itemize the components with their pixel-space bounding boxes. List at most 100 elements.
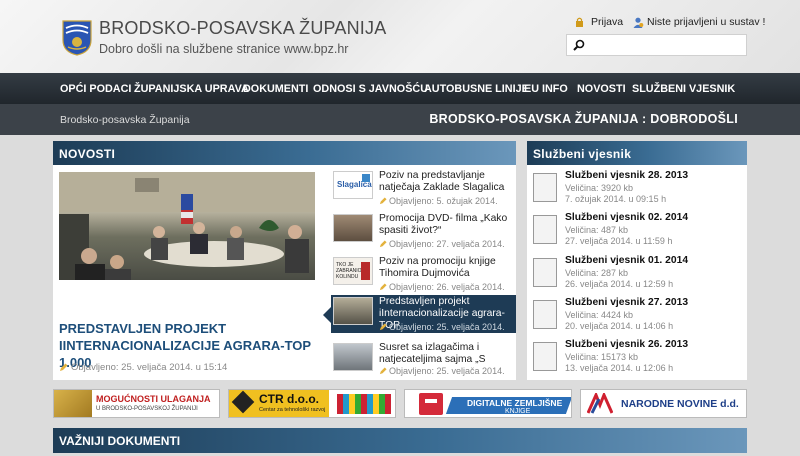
news-item-meta: Objavljeno: 26. veljača 2014. <box>379 282 505 292</box>
pencil-icon <box>379 240 387 248</box>
vjesnik-date: 7. ožujak 2014. u 09:15 h <box>565 194 667 204</box>
news-list-item-active[interactable]: Predstavljen projekt iInternacionalizaci… <box>323 295 516 333</box>
vjesnik-title[interactable]: Službeni vjesnik 26. 2013 <box>565 339 688 350</box>
search-icon[interactable] <box>573 39 585 51</box>
breadcrumb[interactable]: Brodsko-posavska Županija <box>60 114 190 126</box>
coins-image <box>54 390 92 417</box>
document-icon <box>533 258 557 287</box>
news-item-title[interactable]: Promocija DVD- filma „Kako spasiti život… <box>379 213 515 237</box>
pencil-icon <box>379 367 387 375</box>
slagalica-thumbnail: Slagalica <box>333 171 373 199</box>
news-item-date: Objavljeno: 27. veljača 2014. <box>389 239 505 249</box>
news-thumbnail <box>333 214 373 242</box>
pencil-icon <box>379 197 387 205</box>
featured-news-photo[interactable] <box>59 172 315 280</box>
nav-item-opci-podaci[interactable]: OPĆI PODACI <box>60 83 131 95</box>
document-icon <box>533 342 557 371</box>
login-status-label: Niste prijavljeni u sustav ! <box>647 16 766 28</box>
news-item-meta: Objavljeno: 25. veljača 2014. <box>379 322 505 332</box>
login-status: Niste prijavljeni u sustav ! <box>633 16 765 28</box>
banner-subtext: Centar za tehnološki razvoj <box>259 407 326 413</box>
nav-item-dokumenti[interactable]: DOKUMENTI <box>243 83 308 95</box>
pencil-icon <box>60 363 68 371</box>
news-item-meta: Objavljeno: 25. veljača 2014. <box>379 366 505 376</box>
meeting-photo <box>59 172 315 280</box>
news-list-item[interactable]: Slagalica Poziv na predstavljanje natječ… <box>331 169 516 207</box>
news-thumbnail <box>333 297 373 325</box>
vjesnik-item[interactable]: Službeni vjesnik 27. 2013 Veličina: 4424… <box>533 297 741 334</box>
news-list-item[interactable]: TKO JE ZABRANIO KOLINDU Poziv na promoci… <box>331 255 516 293</box>
banner-subtext: U BRODSKO-POSAVSKOJ ŽUPANIJI <box>96 406 198 412</box>
narodne-novine-logo-icon <box>587 393 613 414</box>
vjesnik-size: Veličina: 487 kb <box>565 225 629 235</box>
nav-item-zupanijska-uprava[interactable]: ŽUPANIJSKA UPRAVA <box>134 83 249 95</box>
banner-text: CTR d.o.o. <box>259 392 319 406</box>
news-item-title[interactable]: Poziv na predstavljanje natječaja Zaklad… <box>379 170 515 194</box>
banner-subtext: KNJIGE <box>505 408 531 415</box>
vjesnik-size: Veličina: 287 kb <box>565 268 629 278</box>
news-item-date: Objavljeno: 25. veljača 2014. <box>389 366 505 376</box>
breadcrumb-bar: Brodsko-posavska Županija BRODSKO-POSAVS… <box>0 104 800 135</box>
user-icon <box>633 17 644 28</box>
featured-news-meta: Objavljeno: 25. veljača 2014. u 15:14 <box>59 362 227 373</box>
news-item-meta: Objavljeno: 27. veljača 2014. <box>379 239 505 249</box>
banner-digitalne-zemljisne-knjige[interactable]: DIGITALNE ZEMLJIŠNE KNJIGE <box>404 389 572 418</box>
nav-item-autobusne-linije[interactable]: AUTOBUSNE LINIJE <box>424 83 529 95</box>
news-item-date: Objavljeno: 26. veljača 2014. <box>389 282 505 292</box>
vjesnik-item[interactable]: Službeni vjesnik 02. 2014 Veličina: 487 … <box>533 212 741 249</box>
nav-item-eu-info[interactable]: EU INFO <box>524 83 568 95</box>
county-crest-logo[interactable] <box>62 20 92 56</box>
zemljisne-logo-icon <box>419 393 443 415</box>
vjesnik-item[interactable]: Službeni vjesnik 28. 2013 Veličina: 3920… <box>533 170 741 207</box>
document-icon <box>533 215 557 244</box>
search-box[interactable] <box>566 34 747 56</box>
site-title[interactable]: BRODSKO-POSAVSKA ŽUPANIJA <box>99 18 386 39</box>
vjesnik-size: Veličina: 15173 kb <box>565 352 639 362</box>
news-list-item[interactable]: Susret sa izlagačima i natjecateljima sa… <box>331 341 516 379</box>
vjesnik-section-heading: Službeni vjesnik <box>527 141 747 166</box>
vjesnik-size: Veličina: 4424 kb <box>565 310 634 320</box>
news-section-heading: NOVOSTI <box>53 141 516 166</box>
welcome-text: BRODSKO-POSAVSKA ŽUPANIJA : DOBRODOŠLI <box>429 112 738 126</box>
banner-text: MOGUĆNOSTI ULAGANJA <box>96 394 211 404</box>
vjesnik-title[interactable]: Službeni vjesnik 01. 2014 <box>565 255 688 266</box>
vjesnik-date: 27. veljača 2014. u 11:59 h <box>565 236 673 246</box>
document-icon <box>533 173 557 202</box>
active-item-pointer <box>323 307 331 323</box>
news-thumbnail <box>333 343 373 371</box>
news-item-meta: Objavljeno: 5. ožujak 2014. <box>379 196 498 206</box>
news-item-date: Objavljeno: 5. ožujak 2014. <box>389 196 498 206</box>
banner-text: NARODNE NOVINE d.d. <box>621 398 739 410</box>
nav-item-sluzbeni-vjesnik[interactable]: SLUŽBENI VJESNIK <box>632 83 735 95</box>
colorful-blocks-image <box>337 394 391 414</box>
search-input[interactable] <box>589 37 741 53</box>
vjesnik-title[interactable]: Službeni vjesnik 27. 2013 <box>565 297 688 308</box>
vjesnik-date: 26. veljača 2014. u 12:59 h <box>565 279 674 289</box>
banner-text: DIGITALNE ZEMLJIŠNE <box>467 398 563 408</box>
nav-item-odnosi-s-javnoscu[interactable]: ODNOSI S JAVNOŠĆU <box>313 83 428 95</box>
vjesnik-title[interactable]: Službeni vjesnik 02. 2014 <box>565 212 688 223</box>
vjesnik-section: Službeni vjesnik 28. 2013 Veličina: 3920… <box>527 165 747 380</box>
banner-mogucnosti-ulaganja[interactable]: MOGUĆNOSTI ULAGANJA U BRODSKO-POSAVSKOJ … <box>53 389 220 418</box>
main-navigation: OPĆI PODACI ŽUPANIJSKA UPRAVA DOKUMENTI … <box>0 73 800 104</box>
vjesnik-size: Veličina: 3920 kb <box>565 183 634 193</box>
news-item-date: Objavljeno: 25. veljača 2014. <box>389 322 505 332</box>
documents-section-heading: VAŽNIJI DOKUMENTI <box>53 428 747 453</box>
news-section: PREDSTAVLJEN PROJEKT IINTERNACIONALIZACI… <box>53 165 516 380</box>
featured-news-date: Objavljeno: 25. veljača 2014. u 15:14 <box>71 362 228 373</box>
news-list-item[interactable]: Promocija DVD- filma „Kako spasiti život… <box>331 212 516 250</box>
nav-item-novosti[interactable]: NOVOSTI <box>577 83 626 95</box>
login-link[interactable]: Prijava <box>575 16 623 28</box>
news-item-title[interactable]: Poziv na promociju knjige Tihomira Dujmo… <box>379 256 515 280</box>
banner-ctr[interactable]: CTR d.o.o. Centar za tehnološki razvoj <box>228 389 396 418</box>
pencil-icon <box>379 283 387 291</box>
banner-narodne-novine[interactable]: NARODNE NOVINE d.d. <box>580 389 747 418</box>
news-item-title[interactable]: Susret sa izlagačima i natjecateljima sa… <box>379 342 515 366</box>
zemljisne-logo-mark <box>425 399 437 403</box>
vjesnik-item[interactable]: Službeni vjesnik 01. 2014 Veličina: 287 … <box>533 255 741 292</box>
site-subtitle: Dobro došli na službene stranice www.bpz… <box>99 42 349 56</box>
book-thumbnail: TKO JE ZABRANIO KOLINDU <box>333 257 373 285</box>
login-label: Prijava <box>591 16 624 28</box>
vjesnik-item[interactable]: Službeni vjesnik 26. 2013 Veličina: 1517… <box>533 339 741 376</box>
vjesnik-title[interactable]: Službeni vjesnik 28. 2013 <box>565 170 688 181</box>
